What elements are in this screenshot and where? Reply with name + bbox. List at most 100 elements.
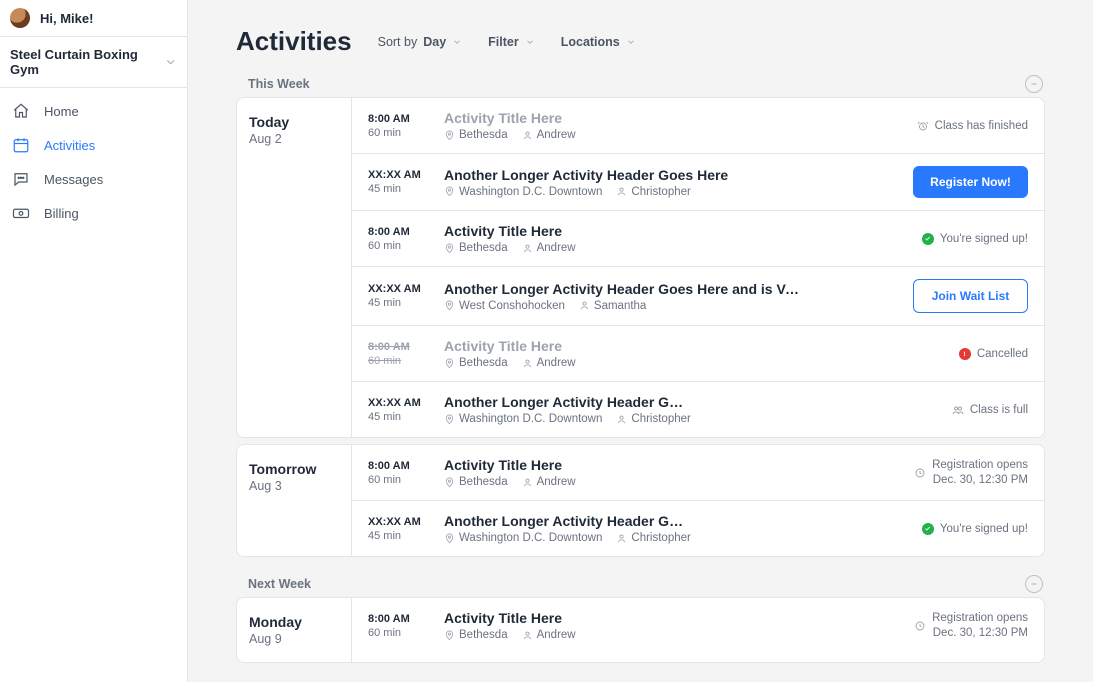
location: Washington D.C. Downtown	[444, 532, 602, 544]
location: Bethesda	[444, 357, 508, 369]
activity-title: Another Longer Activity Header Goes Here	[444, 167, 804, 183]
person-icon	[616, 414, 627, 425]
activity-row[interactable]: XX:XX AM 45 min Another Longer Activity He…	[352, 266, 1044, 325]
activity-title: Activity Title Here	[444, 110, 804, 126]
instructor: Christopher	[616, 532, 690, 544]
person-icon	[579, 300, 590, 311]
person-icon	[522, 243, 533, 254]
sidebar-item-home[interactable]: Home	[0, 94, 187, 128]
filter-dropdown[interactable]: Filter	[488, 35, 535, 49]
location-pin-icon	[444, 186, 455, 197]
location: Bethesda	[444, 242, 508, 254]
instructor: Andrew	[522, 357, 576, 369]
person-icon	[616, 186, 627, 197]
avatar	[10, 8, 30, 28]
activity-title: Another Longer Activity Header Goes Here…	[444, 281, 804, 297]
activity-row[interactable]: 8:00 AM60 minActivity Title HereBethesda…	[352, 325, 1044, 381]
main: Activities Sort by Day Filter Locations …	[188, 0, 1093, 682]
time-block: 8:00 AM60 min	[368, 113, 428, 139]
activity-title: Activity Title Here	[444, 457, 804, 473]
filter-label: Filter	[488, 35, 519, 49]
activity-row[interactable]: XX:XX AM45 min Another Longer Activity He…	[352, 500, 1044, 556]
instructor: Andrew	[522, 129, 576, 141]
instructor: Christopher	[616, 186, 690, 198]
activity-title: Another Longer Activity Header G…	[444, 394, 804, 410]
nav-label: Messages	[44, 172, 103, 187]
duration: 60 min	[368, 127, 428, 139]
duration: 45 min	[368, 297, 428, 309]
action: Class is full	[913, 404, 1028, 416]
location: Bethesda	[444, 129, 508, 141]
person-icon	[522, 358, 533, 369]
instructor: Andrew	[522, 476, 576, 488]
time-block: XX:XX AM45 min	[368, 397, 428, 423]
time: 8:00 AM	[368, 226, 428, 238]
activity-row[interactable]: 8:00 AM60 min Activity Title Here Bethesda…	[352, 445, 1044, 500]
duration: 45 min	[368, 411, 428, 423]
alert-circle-icon	[959, 348, 971, 360]
slots: 8:00 AM60 min Activity Title Here Bethesda…	[352, 445, 1044, 556]
activity-row[interactable]: 8:00 AM60 min Activity Title Here Bethesda…	[352, 98, 1044, 153]
location: Washington D.C. Downtown	[444, 186, 602, 198]
status-full: Class is full	[952, 404, 1028, 416]
location-pin-icon	[444, 300, 455, 311]
register-button[interactable]: Register Now!	[913, 166, 1028, 198]
time: XX:XX AM	[368, 169, 428, 181]
chevron-down-icon	[525, 37, 535, 47]
check-circle-icon	[922, 233, 934, 245]
location-pin-icon	[444, 477, 455, 488]
join-waitlist-button[interactable]: Join Wait List	[913, 279, 1028, 313]
check-circle-icon	[922, 523, 934, 535]
status-opens: Registration opensDec. 30, 12:30 PM	[914, 458, 1028, 488]
person-icon	[522, 477, 533, 488]
activity-info: Another Longer Activity Header Goes Here…	[444, 281, 897, 312]
activity-title: Activity Title Here	[444, 223, 804, 239]
chevron-down-icon	[626, 37, 636, 47]
locations-dropdown[interactable]: Locations	[561, 35, 636, 49]
nav-label: Activities	[44, 138, 95, 153]
activity-title: Another Longer Activity Header G…	[444, 513, 804, 529]
gym-selector[interactable]: Steel Curtain Boxing Gym	[0, 37, 187, 88]
duration: 60 min	[368, 240, 428, 252]
page-header: Activities Sort by Day Filter Locations	[236, 26, 1045, 57]
activity-info: Activity Title HereBethesdaAndrew	[444, 338, 897, 369]
action: You're signed up!	[913, 523, 1028, 535]
activity-row[interactable]: XX:XX AM45 min Another Longer Activity He…	[352, 381, 1044, 437]
location: West Conshohocken	[444, 300, 565, 312]
nav-label: Billing	[44, 206, 79, 221]
activity-info: Another Longer Activity Header G… Washing…	[444, 513, 897, 544]
status-finished: Class has finished	[917, 120, 1028, 132]
day-sidebar: TodayAug 2	[237, 98, 352, 437]
time-block: XX:XX AM45 min	[368, 516, 428, 542]
sort-value: Day	[423, 35, 446, 49]
activity-row[interactable]: 8:00 AM60 minActivity Title HereBethesda…	[352, 598, 1044, 653]
action: Class has finished	[913, 120, 1028, 132]
time-block: XX:XX AM45 min	[368, 169, 428, 195]
sidebar-item-activities[interactable]: Activities	[0, 128, 187, 162]
time-block: XX:XX AM 45 min	[368, 283, 428, 309]
day-date: Aug 2	[249, 132, 339, 146]
instructor: Samantha	[579, 300, 646, 312]
instructor: Andrew	[522, 242, 576, 254]
collapse-button[interactable]	[1025, 575, 1043, 593]
duration: 60 min	[368, 355, 428, 367]
sidebar-item-billing[interactable]: Billing	[0, 196, 187, 230]
chevron-down-icon	[452, 37, 462, 47]
collapse-button[interactable]	[1025, 75, 1043, 93]
sort-dropdown[interactable]: Sort by Day	[378, 35, 463, 49]
location-pin-icon	[444, 630, 455, 641]
section-header: This Week	[236, 75, 1045, 97]
time: XX:XX AM	[368, 283, 428, 295]
sidebar-item-messages[interactable]: Messages	[0, 162, 187, 196]
time-block: 8:00 AM60 min	[368, 460, 428, 486]
activity-row[interactable]: 8:00 AM 60 min Activity Title Here Bethesda…	[352, 210, 1044, 266]
activity-row[interactable]: XX:XX AM45 min Another Longer Activity He…	[352, 153, 1044, 210]
duration: 60 min	[368, 627, 428, 639]
section-title: Next Week	[248, 577, 311, 591]
action: Cancelled	[913, 348, 1028, 360]
user-row[interactable]: Hi, Mike!	[0, 0, 187, 37]
location: Bethesda	[444, 476, 508, 488]
chevron-down-icon	[164, 55, 177, 69]
locations-label: Locations	[561, 35, 620, 49]
location-pin-icon	[444, 414, 455, 425]
